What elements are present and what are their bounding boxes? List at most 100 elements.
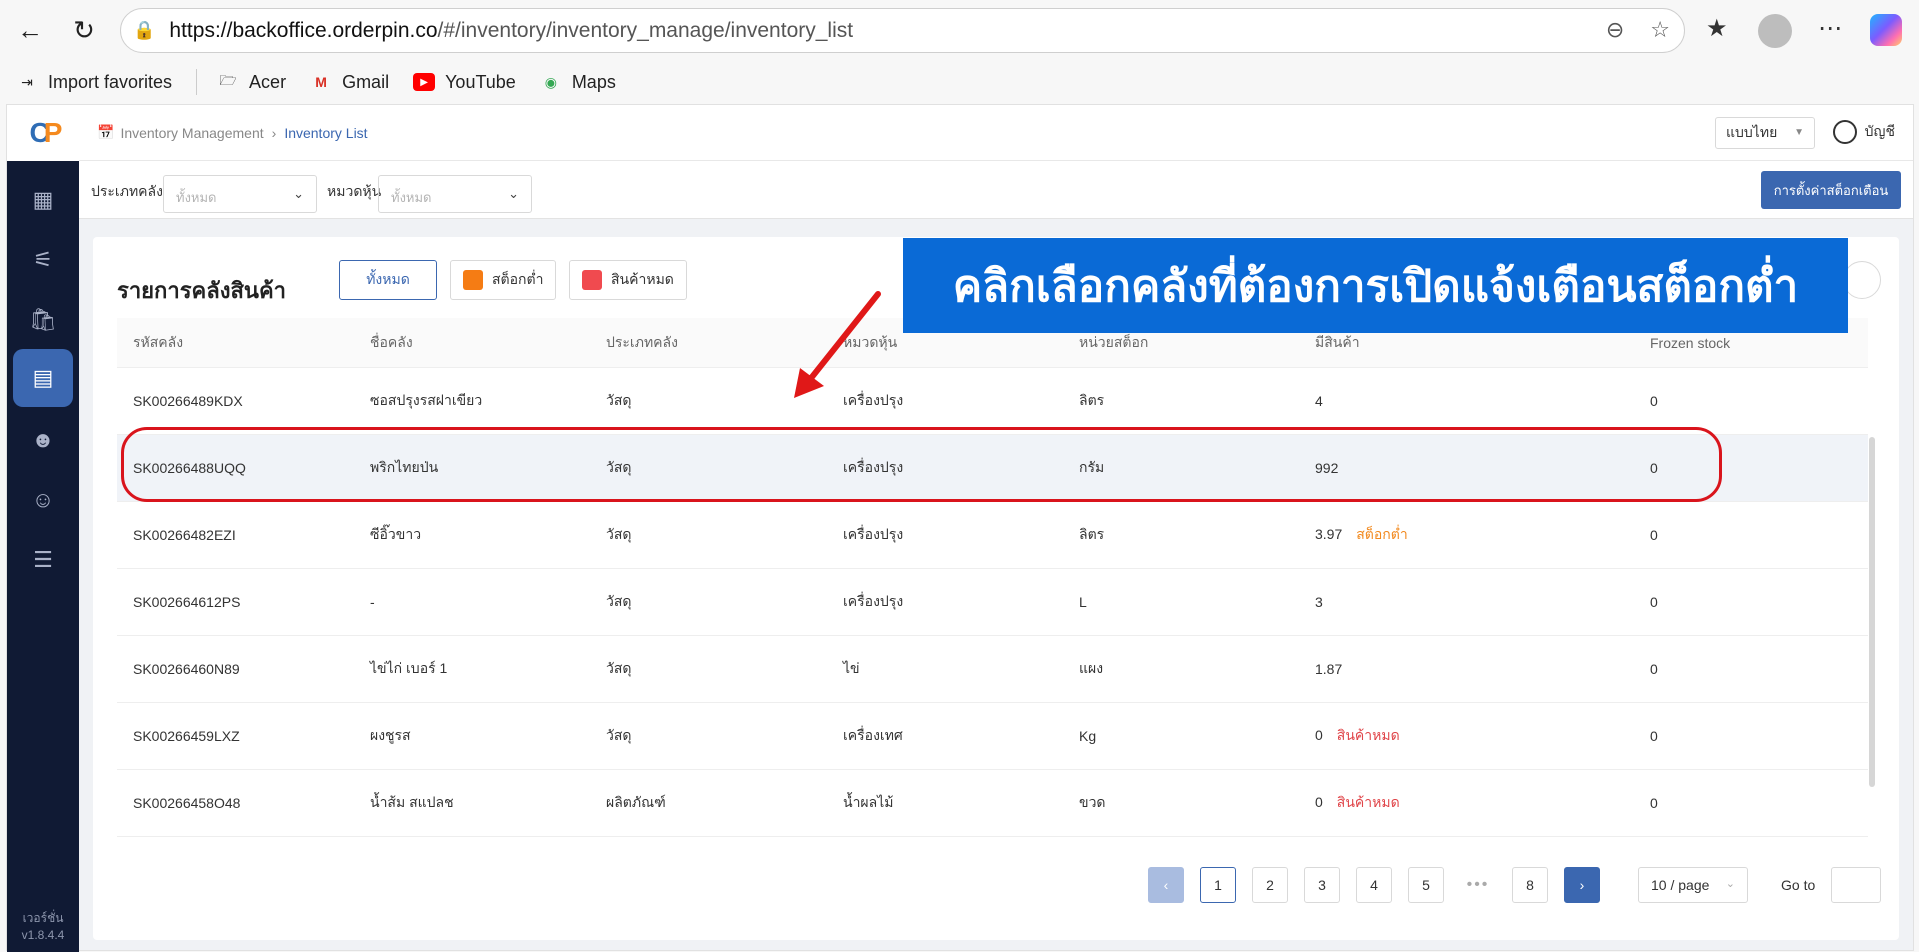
favorite-star-icon[interactable]: ☆: [1650, 17, 1670, 43]
table-row[interactable]: SK00266459LXZ ผงชูรส วัสดุ เครื่องเทศ Kg 0 สิน…: [117, 703, 1868, 770]
inventory-warehouse-icon[interactable]: ▤: [13, 349, 73, 407]
col-header[interactable]: Frozen stock: [1634, 335, 1868, 351]
goto-page-input[interactable]: [1831, 867, 1881, 903]
site-info-icon[interactable]: 🔒: [133, 20, 155, 41]
bookmark-import-favorites[interactable]: ⇥ Import favorites: [16, 72, 172, 93]
bookmark-gmail[interactable]: M Gmail: [310, 72, 389, 93]
warehouse-type-select[interactable]: ทั้งหมด ⌄: [163, 175, 317, 213]
user-circle-icon: [1832, 120, 1857, 144]
bookmark-acer[interactable]: 🗁 Acer: [217, 72, 286, 93]
name-value: ซีอิ๊วขาว: [370, 526, 422, 542]
cell-type: วัสดุ: [590, 658, 827, 680]
table-row[interactable]: SK00266489KDX ซอสปรุงรสฝาเขียว วัสดุ เครื่อ…: [117, 368, 1868, 435]
unit-value: แผง: [1079, 660, 1104, 676]
inventory-card: รายการคลังสินค้า ทั้งหมด สต็อกต่ำ สินค้า…: [93, 237, 1899, 940]
dashboard-grid-icon[interactable]: ▦: [13, 171, 73, 229]
page-button-2[interactable]: 2: [1252, 867, 1288, 903]
cell-name: ไข่ไก่ เบอร์ 1: [354, 658, 590, 680]
cell-frozen: 0: [1634, 795, 1868, 811]
users-group-icon[interactable]: ☻: [13, 411, 73, 469]
language-select[interactable]: แบบไทย ▼: [1715, 117, 1815, 149]
goto-label: Go to: [1781, 877, 1816, 893]
filter-chip-low-stock[interactable]: สต็อกต่ำ: [450, 260, 557, 300]
sliders-settings-icon[interactable]: ☰: [13, 531, 73, 589]
page-button-4[interactable]: 4: [1356, 867, 1392, 903]
bookmarks-bar: ⇥ Import favorites 🗁 Acer M Gmail ▶ YouTube …: [0, 62, 1919, 102]
cell-name: น้ำส้ม สแปลช: [354, 792, 590, 814]
url-text: https://backoffice.orderpin.co/#/invento…: [169, 18, 854, 42]
refresh-icon[interactable]: ↻: [66, 12, 102, 48]
page-button-8[interactable]: 8: [1512, 867, 1548, 903]
bookmark-maps[interactable]: ◉ Maps: [540, 72, 616, 93]
warehouse-type-label: ประเภทคลัง: [91, 183, 163, 199]
frozen-value: 0: [1650, 594, 1658, 610]
cell-name: ผงชูรส: [354, 725, 590, 747]
breadcrumb-current: Inventory List: [284, 124, 368, 141]
name-value: ผงชูรส: [370, 727, 411, 743]
zoom-out-icon[interactable]: ⊖: [1606, 17, 1624, 43]
col-header[interactable]: ชื่อคลัง: [354, 332, 590, 354]
col-header[interactable]: มีสินค้า: [1299, 332, 1634, 354]
cell-category: เครื่องปรุง: [827, 591, 1063, 613]
cell-name: -: [354, 594, 590, 610]
cell-qty: 4: [1299, 393, 1634, 409]
cell-type: วัสดุ: [590, 524, 827, 546]
card-action-button[interactable]: [1843, 261, 1881, 299]
bookmarks-divider: [196, 69, 198, 95]
table-row[interactable]: SK00266482EZI ซีอิ๊วขาว วัสดุ เครื่องปรุง ลิ…: [117, 502, 1868, 569]
copilot-icon[interactable]: [1870, 14, 1902, 46]
address-bar[interactable]: 🔒 https://backoffice.orderpin.co/#/inven…: [120, 8, 1685, 53]
table-row[interactable]: SK00266460N89 ไข่ไก่ เบอร์ 1 วัสดุ ไข่ แผง 1.…: [117, 636, 1868, 703]
code-value: SK00266460N89: [133, 661, 240, 677]
analytics-pulse-icon[interactable]: ⚟: [13, 231, 73, 289]
unit-value: L: [1079, 594, 1087, 610]
breadcrumb-item[interactable]: Inventory Management: [120, 125, 263, 141]
app-logo[interactable]: CP: [7, 105, 79, 161]
user-settings-icon[interactable]: ☺: [13, 471, 73, 529]
account-menu[interactable]: บัญชี: [1832, 120, 1895, 144]
page-button-1[interactable]: 1: [1200, 867, 1236, 903]
stock-alert-settings-button[interactable]: การตั้งค่าสต็อกเตือน: [1761, 171, 1901, 209]
cell-unit: ลิตร: [1063, 524, 1299, 546]
cell-unit: ขวด: [1063, 792, 1299, 814]
table-row[interactable]: SK00266458O48 น้ำส้ม สแปลช ผลิตภัณฑ์ น้ำผลไ…: [117, 770, 1868, 837]
table-row[interactable]: SK002664612PS - วัสดุ เครื่องปรุง L 3 0: [117, 569, 1868, 636]
cell-category: เครื่องปรุง: [827, 524, 1063, 546]
col-header[interactable]: หน่วยสต็อก: [1063, 332, 1299, 354]
unit-value: ขวด: [1079, 794, 1106, 810]
cell-unit: ลิตร: [1063, 390, 1299, 412]
code-value: SK00266458O48: [133, 795, 241, 811]
more-options-icon[interactable]: ⋯: [1818, 14, 1842, 43]
col-header[interactable]: รหัสคลัง: [117, 332, 354, 354]
filter-chip-out-of-stock[interactable]: สินค้าหมด: [569, 260, 687, 300]
cell-category: เครื่องเทศ: [827, 725, 1063, 747]
table-scrollbar[interactable]: [1869, 437, 1875, 787]
category-value: เครื่องปรุง: [843, 526, 904, 542]
qty-value: 0: [1315, 794, 1323, 810]
unit-value: Kg: [1079, 728, 1097, 744]
frozen-value: 0: [1650, 728, 1658, 744]
cell-unit: Kg: [1063, 728, 1299, 744]
shopping-bag-icon[interactable]: 🛍: [13, 291, 73, 349]
page-button-3[interactable]: 3: [1304, 867, 1340, 903]
chevron-down-icon: ⌄: [293, 186, 304, 201]
page-button-5[interactable]: 5: [1408, 867, 1444, 903]
code-value: SK00266482EZI: [133, 527, 236, 543]
cell-qty: 3: [1299, 594, 1634, 610]
type-value: วัสดุ: [606, 593, 632, 609]
page-size-select[interactable]: 10 / page ⌄: [1638, 867, 1748, 903]
category-value: เครื่องเทศ: [843, 727, 903, 743]
red-arrow-icon: [794, 291, 881, 398]
filter-chip-all[interactable]: ทั้งหมด: [339, 260, 437, 300]
profile-avatar[interactable]: [1758, 14, 1792, 48]
page-ellipsis[interactable]: •••: [1460, 876, 1496, 894]
cell-qty: 0 สินค้าหมด: [1299, 792, 1634, 814]
next-page-button[interactable]: ›: [1564, 867, 1600, 903]
app-header: 📅 Inventory Management › Inventory List …: [79, 105, 1913, 161]
favorites-icon[interactable]: ★: [1706, 14, 1728, 43]
category-select[interactable]: ทั้งหมด ⌄: [378, 175, 532, 213]
bookmark-youtube[interactable]: ▶ YouTube: [413, 72, 516, 93]
back-arrow-icon[interactable]: ←: [12, 12, 48, 48]
prev-page-button[interactable]: ‹: [1148, 867, 1184, 903]
category-value: ไข่: [843, 660, 860, 676]
